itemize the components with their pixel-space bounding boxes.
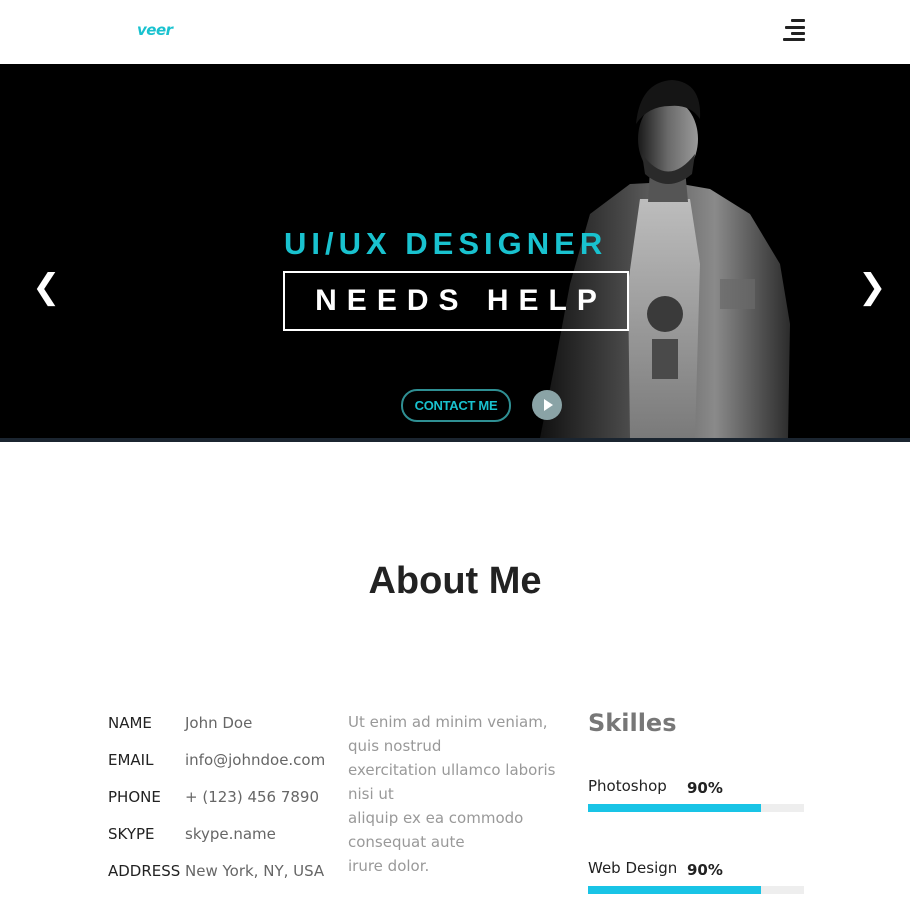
hero-subtitle: UI/UX DESIGNER bbox=[284, 226, 608, 261]
about-text-line: quis nostrud bbox=[348, 737, 442, 755]
about-text-line: aliquip ex ea commodo bbox=[348, 809, 524, 827]
info-label: SKYPE bbox=[108, 825, 155, 843]
info-label: NAME bbox=[108, 714, 152, 732]
info-label: EMAIL bbox=[108, 751, 154, 769]
skill-name: Photoshop bbox=[588, 777, 667, 795]
skill-bar-fill bbox=[588, 886, 761, 894]
play-video-icon[interactable] bbox=[532, 390, 562, 420]
info-value[interactable]: info@johndoe.com bbox=[185, 751, 325, 769]
slider-prev-arrow-icon[interactable]: ❮ bbox=[32, 270, 61, 304]
about-text-line: Ut enim ad minim veniam, bbox=[348, 713, 548, 731]
skill-bar-track bbox=[588, 804, 804, 812]
skill-bar-track bbox=[588, 886, 804, 894]
about-title: About Me bbox=[368, 560, 542, 602]
slider-next-arrow-icon[interactable]: ❯ bbox=[858, 270, 887, 304]
skills-title: Skilles bbox=[588, 709, 677, 737]
hero-title-box: NEEDS HELP bbox=[283, 271, 629, 331]
hamburger-menu-icon[interactable] bbox=[780, 17, 806, 43]
info-value: New York, NY, USA bbox=[185, 862, 325, 880]
skill-name: Web Design bbox=[588, 859, 678, 877]
logo[interactable]: veer bbox=[137, 21, 173, 39]
info-label: ADDRESS bbox=[108, 862, 181, 880]
info-label: PHONE bbox=[108, 788, 161, 806]
site-header: veer bbox=[0, 0, 910, 64]
about-text-line: exercitation ullamco laboris bbox=[348, 761, 556, 779]
skill-percent: 90% bbox=[687, 861, 723, 879]
contact-me-button[interactable]: CONTACT ME bbox=[401, 389, 511, 422]
hero-divider bbox=[0, 438, 910, 442]
about-description: Ut enim ad minim veniam, quis nostrud ex… bbox=[348, 710, 556, 878]
about-text-line: consequat aute bbox=[348, 833, 465, 851]
about-text-line: nisi ut bbox=[348, 785, 394, 803]
info-value: skype.name bbox=[185, 825, 276, 843]
skill-percent: 90% bbox=[687, 779, 723, 797]
about-text-line: irure dolor. bbox=[348, 857, 430, 875]
hero-slider: ❮ ❯ UI/UX DESIGNER NEEDS HELP CONTACT ME bbox=[0, 64, 910, 438]
hero-title: NEEDS HELP bbox=[315, 284, 607, 317]
skill-bar-fill bbox=[588, 804, 761, 812]
info-value: + (123) 456 7890 bbox=[185, 788, 320, 806]
info-value: John Doe bbox=[185, 714, 253, 732]
